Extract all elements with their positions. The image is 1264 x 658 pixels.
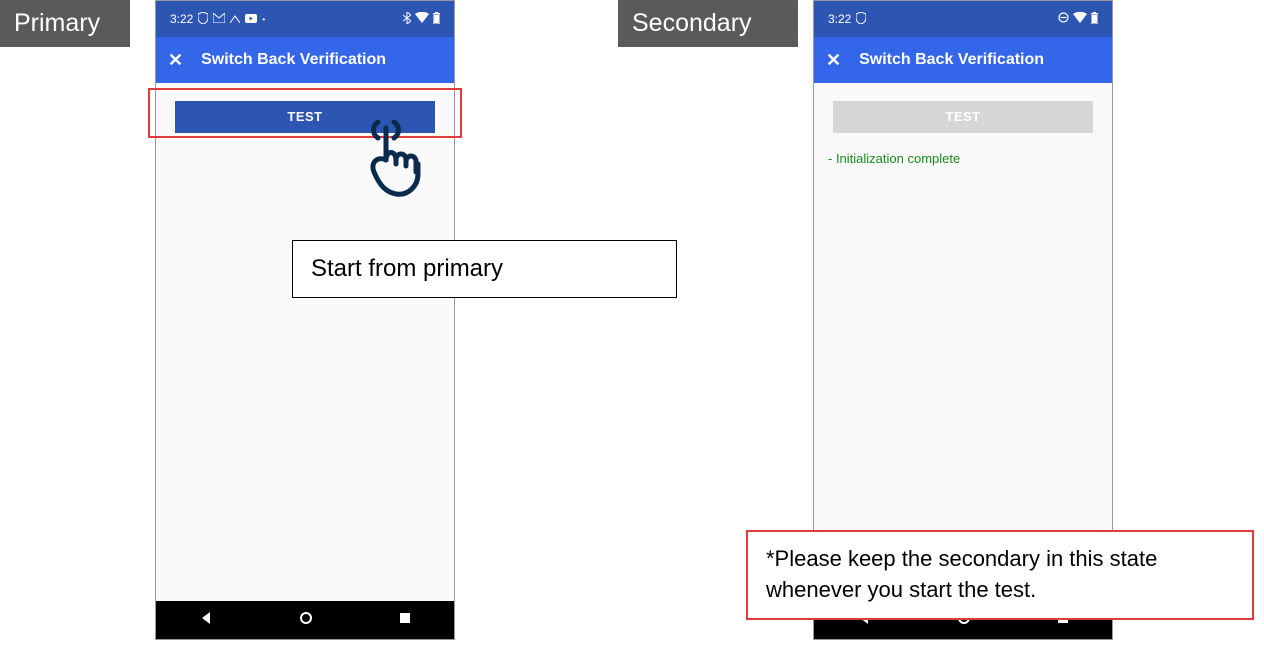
wifi-icon (1073, 12, 1087, 26)
app-title: Switch Back Verification (859, 51, 1044, 69)
status-left: 3:22 (828, 12, 866, 27)
shield-icon (856, 12, 866, 27)
app-title: Switch Back Verification (201, 51, 386, 69)
battery-icon (433, 12, 440, 27)
bluetooth-icon (403, 12, 411, 27)
secondary-label: Secondary (618, 0, 798, 47)
app-bar: ✕ Switch Back Verification (156, 37, 454, 83)
battery-icon (1091, 12, 1098, 27)
init-message: - Initialization complete (828, 151, 960, 166)
dnd-icon (1058, 12, 1069, 26)
recent-icon[interactable] (399, 611, 411, 629)
dot-icon: • (262, 15, 265, 24)
status-right (1058, 12, 1098, 27)
signal-icon (230, 12, 240, 26)
app-bar: ✕ Switch Back Verification (814, 37, 1112, 83)
callout-keep-text: *Please keep the secondary in this state… (766, 546, 1157, 602)
shield-icon (198, 12, 208, 27)
status-bar: 3:22 (814, 1, 1112, 37)
wifi-icon (415, 12, 429, 26)
close-icon[interactable]: ✕ (826, 50, 841, 71)
secondary-label-text: Secondary (632, 9, 752, 37)
content-area: TEST - Initialization complete (814, 83, 1112, 601)
highlight-test-button (148, 88, 462, 138)
primary-label: Primary (0, 0, 130, 47)
status-time: 3:22 (828, 12, 851, 26)
callout-start: Start from primary (292, 240, 677, 298)
callout-keep: *Please keep the secondary in this state… (746, 530, 1254, 620)
youtube-icon (245, 12, 257, 26)
status-left: 3:22 • (170, 12, 265, 27)
status-right (403, 12, 440, 27)
test-button: TEST (833, 101, 1093, 133)
home-icon[interactable] (299, 611, 313, 630)
content-area: TEST (156, 83, 454, 601)
status-bar: 3:22 • (156, 1, 454, 37)
nav-bar (156, 601, 454, 639)
status-time: 3:22 (170, 12, 193, 26)
gmail-icon (213, 12, 225, 26)
close-icon[interactable]: ✕ (168, 50, 183, 71)
primary-label-text: Primary (14, 9, 100, 37)
back-icon[interactable] (199, 611, 213, 630)
callout-start-text: Start from primary (311, 255, 503, 282)
